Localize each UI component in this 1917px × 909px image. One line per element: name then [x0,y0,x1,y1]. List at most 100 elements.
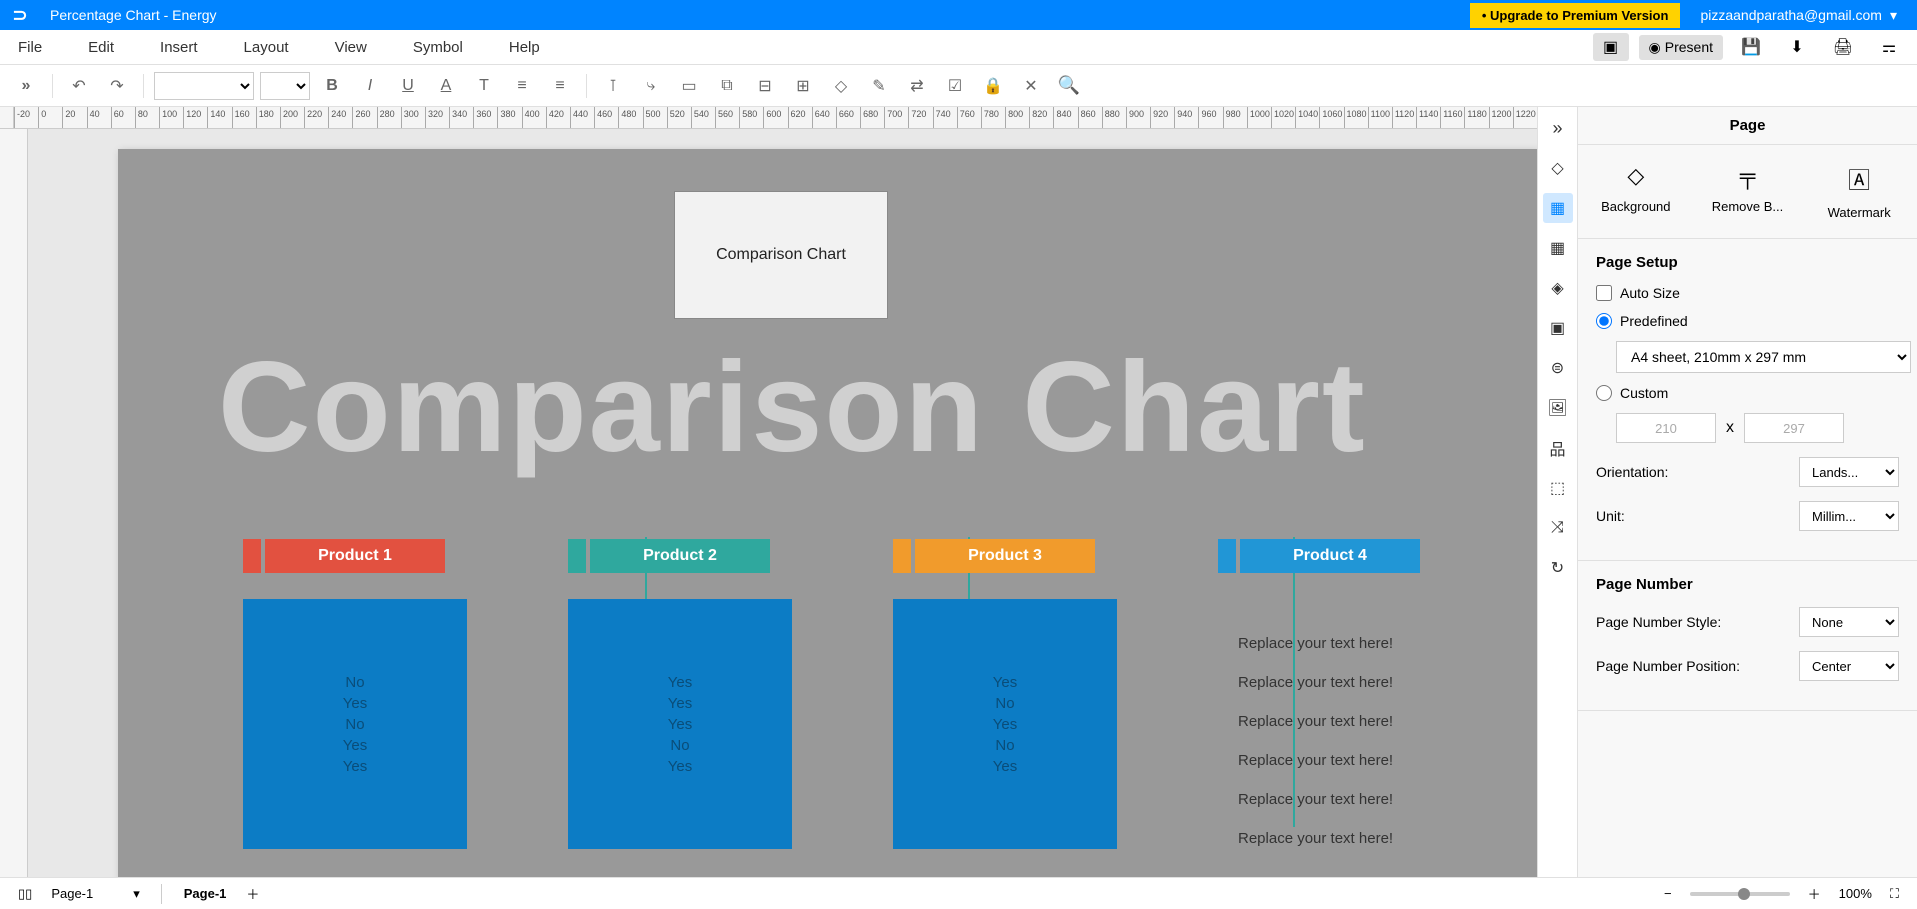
side-tab-data[interactable]: ⊜ [1543,353,1573,383]
product-values-box[interactable]: YesNoYesNoYes [893,599,1117,849]
zoom-slider[interactable] [1690,892,1790,896]
checkbox-tool-button[interactable]: ☑ [939,70,971,102]
app-logo-icon[interactable]: ⊃ [0,0,40,30]
align-h-button[interactable]: ≡ [506,70,538,102]
download-button[interactable]: ⬇ [1779,33,1815,61]
placeholder-text[interactable]: Replace your text here! [1238,752,1393,769]
predefined-radio-row[interactable]: Predefined [1596,313,1899,329]
canvas-page[interactable]: Comparison Chart Comparison Chart Produc… [118,149,1537,877]
fullscreen-button[interactable]: ⛶ [1882,882,1907,906]
auto-size-checkbox-row[interactable]: Auto Size [1596,285,1899,301]
zoom-level[interactable]: 100% [1839,886,1872,901]
distribute-button[interactable]: ⊞ [787,70,819,102]
sheet-size-select[interactable]: A4 sheet, 210mm x 297 mm [1616,341,1911,373]
redo-button[interactable]: ↷ [101,70,133,102]
italic-button[interactable]: I [354,70,386,102]
outline-toggle-button[interactable]: ▯▯ [10,882,40,906]
side-tab-history[interactable]: ↻ [1543,553,1573,583]
product-label[interactable]: Product 1 [265,539,445,573]
panel-toggle-button[interactable]: ▣ [1593,33,1629,61]
collapse-panel-button[interactable]: » [1543,113,1573,143]
font-size-select[interactable] [260,72,310,100]
unit-select[interactable]: Millim... [1799,501,1899,531]
placeholder-text[interactable]: Replace your text here! [1238,635,1393,652]
menu-view[interactable]: View [327,34,375,61]
remove-bg-label: Remove B... [1712,199,1784,214]
height-input[interactable] [1744,413,1844,443]
menu-file[interactable]: File [10,34,50,61]
menu-insert[interactable]: Insert [152,34,206,61]
bold-button[interactable]: B [316,70,348,102]
side-tab-layers[interactable]: ◈ [1543,273,1573,303]
product-label[interactable]: Product 3 [915,539,1095,573]
connector-button[interactable]: ⤷ [635,70,667,102]
custom-radio[interactable] [1596,385,1612,401]
upgrade-button[interactable]: • Upgrade to Premium Version [1470,3,1681,28]
menu-edit[interactable]: Edit [80,34,122,61]
menu-layout[interactable]: Layout [236,34,297,61]
canvas-viewport[interactable]: Comparison Chart Comparison Chart Produc… [28,129,1537,877]
fill-button[interactable]: ◇ [825,70,857,102]
product-values-box[interactable]: YesYesYesNoYes [568,599,792,849]
page-tab[interactable]: Page-1 [172,882,239,905]
lock-button[interactable]: 🔒 [977,70,1009,102]
product-column[interactable]: Product 1 NoYesNoYesYes [243,539,467,849]
user-account-menu[interactable]: pizzaandparatha@gmail.com ▾ [1680,7,1917,24]
expand-symbols-button[interactable]: » [10,70,42,102]
width-input[interactable] [1616,413,1716,443]
line-color-button[interactable]: ✎ [863,70,895,102]
orientation-select[interactable]: Lands... [1799,457,1899,487]
zoom-out-button[interactable]: − [1656,882,1680,905]
product-label[interactable]: Product 4 [1240,539,1420,573]
text-tool-button[interactable]: ⊺ [597,70,629,102]
pn-style-select[interactable]: None [1799,607,1899,637]
product-column[interactable]: Product 4 [1218,539,1420,573]
save-button[interactable]: 💾 [1733,33,1769,61]
zoom-in-button[interactable]: ＋ [1800,880,1829,907]
menu-symbol[interactable]: Symbol [405,34,471,61]
font-color-button[interactable]: A [430,70,462,102]
placeholder-text[interactable]: Replace your text here! [1238,674,1393,691]
side-tab-crop[interactable]: ⬚ [1543,473,1573,503]
share-button[interactable]: ⚎ [1871,33,1907,61]
placeholder-text[interactable]: Replace your text here! [1238,713,1393,730]
pn-pos-select[interactable]: Center [1799,651,1899,681]
side-tab-fill[interactable]: ◇ [1543,153,1573,183]
side-tab-image[interactable]: 🖼 [1543,393,1573,423]
underline-button[interactable]: U [392,70,424,102]
watermark-action[interactable]: 🄰Watermark [1805,163,1913,220]
font-family-select[interactable] [154,72,254,100]
product-label[interactable]: Product 2 [590,539,770,573]
side-tab-page[interactable]: ▦ [1543,193,1573,223]
print-button[interactable]: 🖨 [1825,33,1861,61]
side-tab-shuffle[interactable]: ⤨ [1543,513,1573,543]
shape-button[interactable]: ▭ [673,70,705,102]
add-page-button[interactable]: ＋ [238,880,267,907]
line-style-button[interactable]: ⇄ [901,70,933,102]
predefined-radio[interactable] [1596,313,1612,329]
present-button[interactable]: ◉Present [1639,35,1723,60]
product-column[interactable]: Product 2 YesYesYesNoYes [568,539,792,849]
placeholder-text[interactable]: Replace your text here! [1238,830,1393,847]
remove-bg-action[interactable]: ╤Remove B... [1694,163,1802,220]
side-tab-tree[interactable]: 品 [1543,433,1573,463]
menu-help[interactable]: Help [501,34,548,61]
strikethrough-button[interactable]: T [468,70,500,102]
side-tab-grid[interactable]: ▦ [1543,233,1573,263]
search-button[interactable]: 🔍 [1053,70,1085,102]
container-button[interactable]: ⧉ [711,70,743,102]
auto-size-checkbox[interactable] [1596,285,1612,301]
undo-button[interactable]: ↶ [63,70,95,102]
align-objects-button[interactable]: ⊟ [749,70,781,102]
product-column[interactable]: Product 3 YesNoYesNoYes [893,539,1117,849]
side-tab-slideshow[interactable]: ▣ [1543,313,1573,343]
title-shape[interactable]: Comparison Chart [674,191,888,319]
zoom-thumb[interactable] [1738,888,1750,900]
tools-button[interactable]: ✕ [1015,70,1047,102]
product-values-box[interactable]: NoYesNoYesYes [243,599,467,849]
align-v-button[interactable]: ≡ [544,70,576,102]
page-dropdown[interactable]: Page-1▾ [40,881,150,907]
background-action[interactable]: ◇Background [1582,163,1690,220]
placeholder-text[interactable]: Replace your text here! [1238,791,1393,808]
custom-radio-row[interactable]: Custom [1596,385,1899,401]
